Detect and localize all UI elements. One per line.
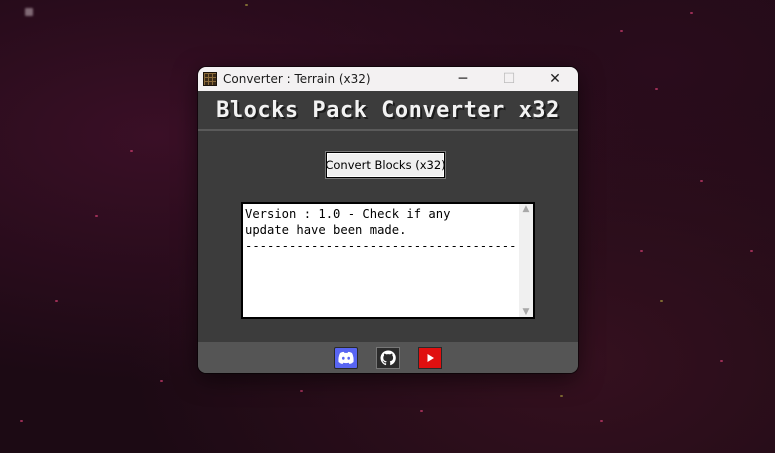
minimize-icon: ─	[458, 71, 468, 87]
log-text: Version : 1.0 - Check if any update have…	[245, 207, 517, 253]
scroll-down-icon[interactable]: ▼	[523, 307, 530, 317]
github-icon	[380, 349, 396, 365]
close-button[interactable]: ✕	[532, 67, 578, 91]
footer-bar	[198, 342, 578, 373]
banner: Blocks Pack Converter x32	[198, 91, 578, 131]
discord-button[interactable]	[334, 346, 358, 369]
title-bar[interactable]: Converter : Terrain (x32) ─ ☐ ✕	[198, 67, 578, 91]
close-icon: ✕	[549, 71, 561, 87]
log-scrollbar[interactable]: ▲ ▼	[519, 204, 533, 317]
discord-icon	[338, 351, 354, 364]
minimize-button[interactable]: ─	[440, 67, 486, 91]
youtube-button[interactable]	[418, 346, 442, 369]
convert-blocks-button[interactable]: Convert Blocks (x32)	[325, 152, 446, 178]
github-button[interactable]	[376, 346, 400, 369]
converter-window: Converter : Terrain (x32) ─ ☐ ✕ Blocks P…	[198, 67, 578, 373]
window-title: Converter : Terrain (x32)	[223, 72, 371, 86]
youtube-icon	[427, 353, 434, 362]
banner-title: Blocks Pack Converter x32	[216, 97, 560, 123]
app-icon	[203, 72, 217, 86]
scroll-up-icon[interactable]: ▲	[523, 204, 530, 214]
maximize-icon: ☐	[502, 71, 516, 87]
log-textarea[interactable]: Version : 1.0 - Check if any update have…	[241, 202, 535, 319]
main-content: Convert Blocks (x32) Version : 1.0 - Che…	[198, 131, 578, 340]
maximize-button[interactable]: ☐	[486, 67, 532, 91]
